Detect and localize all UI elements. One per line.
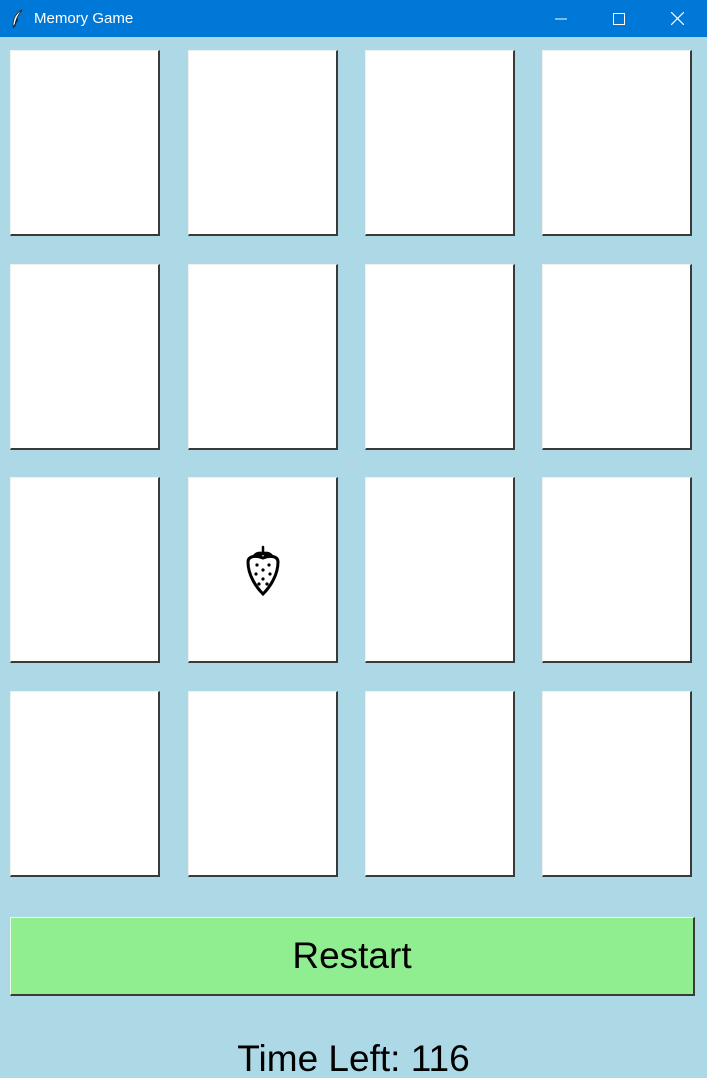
restart-button[interactable]: Restart <box>10 917 695 996</box>
memory-card[interactable] <box>188 264 338 450</box>
memory-card[interactable] <box>365 264 515 450</box>
memory-card[interactable] <box>188 477 338 663</box>
memory-card[interactable] <box>188 691 338 877</box>
time-left-label: Time Left: 116 <box>237 1038 470 1078</box>
game-area: Restart Time Left: 116 <box>0 37 707 1078</box>
minimize-icon <box>555 18 567 19</box>
memory-card[interactable] <box>542 691 692 877</box>
memory-card[interactable] <box>542 50 692 236</box>
close-button[interactable] <box>648 0 706 37</box>
maximize-icon <box>613 12 625 25</box>
memory-card[interactable] <box>10 50 160 236</box>
memory-card[interactable] <box>10 264 160 450</box>
close-icon <box>670 12 684 25</box>
feather-icon <box>12 9 23 29</box>
memory-card[interactable] <box>365 691 515 877</box>
memory-card[interactable] <box>10 691 160 877</box>
maximize-button[interactable] <box>590 0 648 37</box>
memory-card[interactable] <box>542 477 692 663</box>
strawberry-icon <box>245 545 280 596</box>
window-title: Memory Game <box>34 10 134 27</box>
minimize-button[interactable] <box>532 0 590 37</box>
memory-card[interactable] <box>365 50 515 236</box>
memory-card[interactable] <box>542 264 692 450</box>
memory-card[interactable] <box>188 50 338 236</box>
memory-card[interactable] <box>10 477 160 663</box>
memory-card[interactable] <box>365 477 515 663</box>
title-bar: Memory Game <box>0 0 707 37</box>
